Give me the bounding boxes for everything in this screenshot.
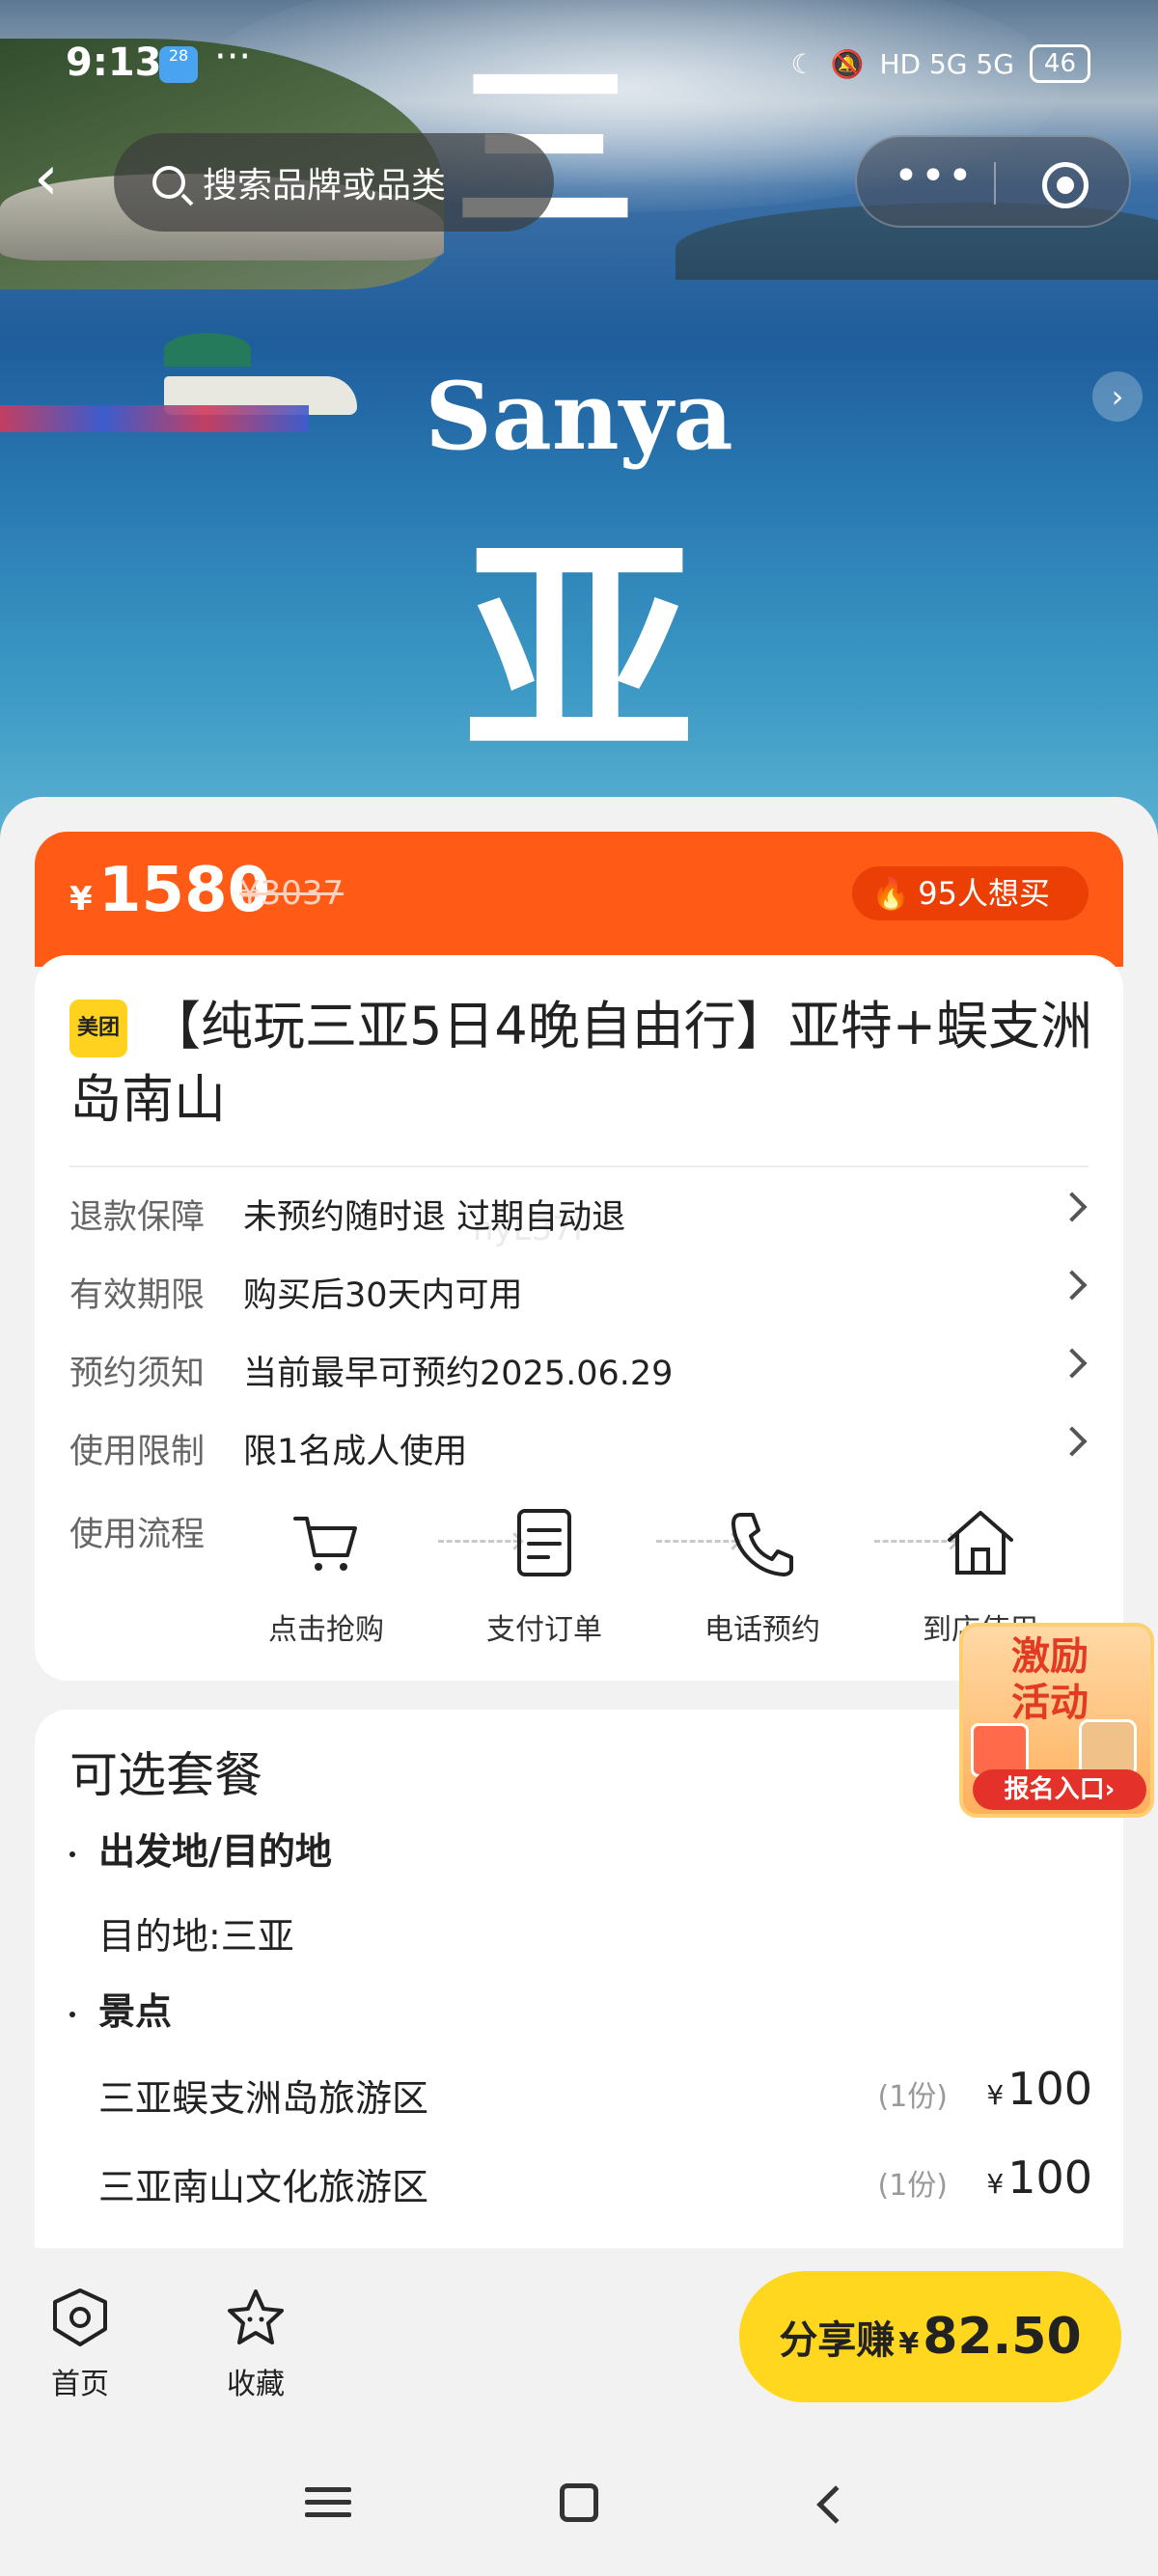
flow-step-call: 电话预约	[685, 1505, 840, 1648]
home-square-icon[interactable]	[560, 2483, 598, 2522]
home-tab-icon	[49, 2287, 111, 2348]
search-placeholder: 搜索品牌或品类	[203, 166, 447, 206]
info-row-booking[interactable]: 预约须知 当前最早可预约2025.06.29	[69, 1331, 1089, 1410]
info-row-limit[interactable]: 使用限制 限1名成人使用	[69, 1410, 1089, 1488]
flow-label: 使用流程	[69, 1516, 206, 1554]
carousel-next-icon[interactable]: ›	[1092, 371, 1143, 422]
info-value: 限1名成人使用	[243, 1433, 468, 1471]
section-attractions: 景点	[69, 1982, 172, 2035]
home-tab[interactable]: 首页	[27, 2287, 133, 2402]
wants-text: 95人想买	[918, 875, 1050, 912]
price-currency: ¥	[69, 880, 93, 918]
info-key: 预约须知	[69, 1355, 206, 1393]
favorite-tab-label: 收藏	[227, 2368, 285, 2401]
incentive-promo-button[interactable]: 激励 活动 报名入口›	[959, 1623, 1154, 1818]
currency-symbol: ¥	[986, 2168, 1005, 2200]
cart-icon	[288, 1505, 365, 1582]
status-bar: 9:13 28 ··· ☾ 🔕 HD 5G 5G 46	[0, 0, 1158, 125]
bullet-icon	[69, 1850, 75, 1857]
package-item-count: (1份)	[877, 2169, 949, 2203]
capsule-divider	[994, 162, 996, 205]
flow-step-label: 电话预约	[704, 1613, 820, 1647]
more-menu-button[interactable]: •••	[894, 155, 973, 205]
hero-kanji-bottom: 亚	[462, 515, 695, 787]
mute-icon: 🔕	[830, 47, 865, 80]
promo-signup-button[interactable]: 报名入口›	[973, 1769, 1146, 1810]
share-amount: 82.50	[923, 2308, 1082, 2366]
menu-icon[interactable]	[299, 2480, 357, 2528]
meituan-brand-badge: 美团	[69, 1000, 127, 1057]
promo-line2: 活动	[1011, 1681, 1089, 1725]
share-earn-button[interactable]: 分享赚 ¥82.50	[739, 2271, 1121, 2402]
info-value: 当前最早可预约2025.06.29	[243, 1355, 674, 1393]
drink-cup-icon	[1079, 1719, 1137, 1777]
info-key: 退款保障	[69, 1198, 206, 1237]
search-icon	[152, 166, 185, 199]
wants-badge: 🔥 95人想买	[852, 866, 1089, 920]
price-value: 100	[1007, 2151, 1092, 2204]
package-item-price: ¥100	[986, 2063, 1092, 2115]
chevron-right-icon	[1057, 1348, 1088, 1379]
section-title: 景点	[98, 1990, 173, 2033]
phone-icon	[724, 1505, 801, 1582]
packages-heading: 可选套餐	[69, 1747, 262, 1803]
info-row-validity[interactable]: 有效期限 购买后30天内可用	[69, 1253, 1089, 1331]
flow-step-buy: 点击抢购	[249, 1505, 403, 1648]
chevron-right-icon	[1057, 1426, 1088, 1457]
hero-banner[interactable]: 三 Sanya 亚 ›	[0, 0, 1158, 849]
battery-icon: 46	[1029, 44, 1090, 83]
promo-line1: 激励	[1011, 1634, 1089, 1679]
network-label: HD 5G 5G	[879, 47, 1014, 80]
section-origin: 出发地/目的地	[69, 1822, 332, 1875]
package-item-price: ¥100	[986, 2151, 1092, 2204]
flow-step-label: 点击抢购	[268, 1613, 384, 1647]
destination-value: 目的地:三亚	[98, 1915, 294, 1958]
bottom-action-bar: 首页 收藏 分享赚 ¥82.50	[0, 2248, 1158, 2431]
watermark: nyL37I	[473, 1210, 583, 1248]
hero-city-name: Sanya	[425, 362, 733, 471]
share-label: 分享赚	[779, 2318, 896, 2363]
bullet-icon	[69, 2011, 75, 2017]
flow-step-pay: 支付订单	[467, 1505, 621, 1648]
home-tab-label: 首页	[51, 2368, 109, 2401]
package-item-name: 三亚蜈支洲岛旅游区	[98, 2077, 429, 2120]
moon-icon: ☾	[790, 47, 815, 80]
info-key: 有效期限	[69, 1276, 206, 1315]
favorite-tab[interactable]: 收藏	[203, 2287, 309, 2402]
destination-text: 目的地:三亚	[98, 1906, 1092, 1959]
chevron-right-icon	[1057, 1192, 1088, 1222]
status-right: ☾ 🔕 HD 5G 5G 46	[790, 44, 1090, 83]
back-icon[interactable]: ‹	[34, 148, 82, 217]
close-target-icon[interactable]	[1042, 162, 1089, 208]
share-currency: ¥	[898, 2327, 920, 2361]
calendar-icon: 28	[159, 46, 198, 83]
info-value: 购买后30天内可用	[243, 1276, 523, 1315]
price-bar: ¥ 1580 ¥3037 🔥 95人想买	[35, 832, 1123, 967]
system-nav-bar	[0, 2431, 1158, 2576]
package-item[interactable]: 三亚南山文化旅游区 (1份) ¥100	[98, 2151, 1092, 2210]
star-icon	[225, 2287, 287, 2348]
product-card: 【纯玩三亚5日4晚自由行】亚特+蜈支洲岛南山 美团 退款保障 未预约随时退 过期…	[35, 955, 1123, 1681]
currency-symbol: ¥	[986, 2079, 1005, 2111]
document-icon	[506, 1505, 583, 1582]
home-icon	[942, 1505, 1019, 1582]
fire-icon: 🔥	[871, 875, 911, 912]
chevron-right-icon	[1057, 1270, 1088, 1301]
info-key: 使用限制	[69, 1433, 206, 1471]
package-item[interactable]: 三亚蜈支洲岛旅游区 (1份) ¥100	[98, 2063, 1092, 2122]
package-item-count: (1份)	[877, 2080, 949, 2114]
section-title: 出发地/目的地	[98, 1830, 332, 1873]
miniprogram-capsule: •••	[855, 135, 1131, 228]
status-more-icon: ···	[214, 35, 252, 79]
divider	[69, 1165, 1089, 1167]
flow-step-label: 支付订单	[486, 1613, 602, 1647]
price-value: 100	[1007, 2063, 1092, 2115]
package-item-name: 三亚南山文化旅游区	[98, 2166, 429, 2208]
status-time: 9:13	[66, 41, 162, 85]
search-input[interactable]: 搜索品牌或品类	[114, 133, 554, 232]
back-nav-icon[interactable]	[816, 2485, 855, 2524]
original-price: ¥3037	[239, 874, 345, 913]
product-title: 【纯玩三亚5日4晚自由行】亚特+蜈支洲岛南山	[69, 996, 1092, 1130]
